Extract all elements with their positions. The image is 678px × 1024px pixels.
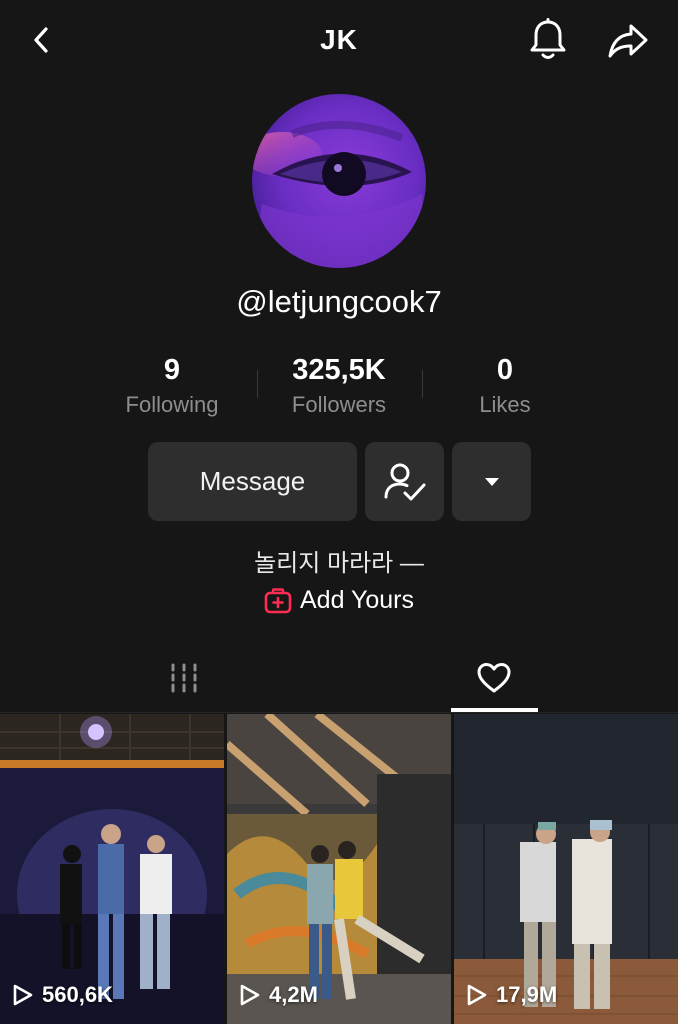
notifications-button[interactable] — [524, 17, 572, 63]
stat-likes[interactable]: 0 Likes — [415, 354, 595, 418]
video-thumbnail-image — [0, 714, 224, 1024]
tab-divider — [0, 712, 678, 713]
stat-value: 325,5K — [292, 354, 386, 386]
stat-label: Likes — [479, 392, 531, 417]
video-thumbnail[interactable]: 4,2M — [227, 714, 451, 1024]
avatar-eye-image — [252, 94, 426, 268]
share-button[interactable] — [604, 19, 652, 63]
caret-down-icon — [484, 477, 499, 486]
add-yours-link[interactable]: Add Yours — [0, 586, 678, 615]
play-icon — [464, 983, 488, 1007]
video-thumbnail[interactable]: 17,9M — [454, 714, 678, 1024]
bell-icon — [530, 18, 566, 59]
avatar[interactable] — [252, 94, 426, 268]
bio-text: 놀리지 마라라 — — [254, 550, 424, 577]
stat-value: 0 — [496, 354, 514, 386]
view-count: 560,6K — [10, 982, 113, 1008]
add-yours-label: Add Yours — [300, 586, 414, 614]
following-status-button[interactable] — [365, 442, 444, 521]
tab-liked[interactable] — [406, 645, 582, 711]
stat-following[interactable]: 9 Following — [82, 354, 262, 418]
stat-label: Following — [125, 392, 219, 417]
share-icon — [608, 24, 648, 58]
username: @letjungcook7 — [236, 284, 442, 319]
top-bar: JK — [0, 0, 678, 84]
heart-icon — [477, 663, 511, 693]
video-thumbnail[interactable]: 560,6K — [0, 714, 224, 1024]
tab-videos[interactable] — [96, 645, 272, 711]
person-check-icon — [384, 463, 425, 500]
play-icon — [10, 983, 34, 1007]
profile-page: JK @letjungcook7 9 Following 325,5K Foll… — [0, 0, 678, 1024]
stat-followers[interactable]: 325,5K Followers — [249, 354, 429, 418]
view-count-value: 17,9M — [496, 982, 558, 1007]
stat-label: Followers — [291, 392, 387, 417]
video-thumbnail-image — [454, 714, 678, 1024]
video-thumbnail-image — [227, 714, 451, 1024]
view-count-value: 4,2M — [269, 982, 318, 1007]
play-icon — [237, 983, 261, 1007]
view-count-value: 560,6K — [42, 982, 113, 1007]
more-options-dropdown[interactable] — [452, 442, 531, 521]
message-button[interactable]: Message — [148, 442, 357, 521]
stat-value: 9 — [163, 354, 181, 386]
view-count: 4,2M — [237, 982, 318, 1008]
add-yours-icon — [264, 587, 292, 614]
page-title: JK — [320, 24, 358, 55]
grid-icon — [171, 663, 197, 693]
view-count: 17,9M — [464, 982, 557, 1008]
